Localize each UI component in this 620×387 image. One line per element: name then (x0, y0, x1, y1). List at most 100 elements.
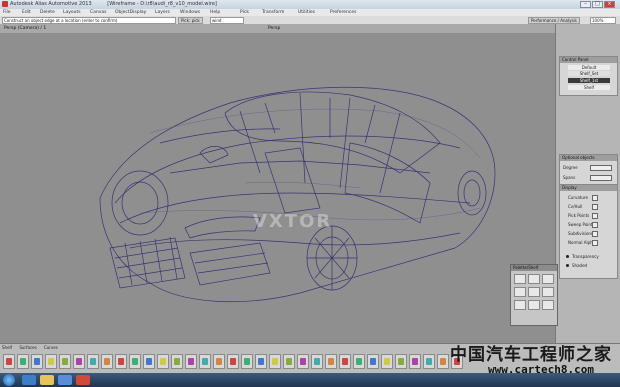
floating-palette[interactable]: Palette/Shelf (510, 264, 558, 326)
shelf-tool-13[interactable] (171, 354, 183, 369)
shelf-tool-2[interactable] (17, 354, 29, 369)
pick-points-checkbox[interactable] (592, 213, 598, 219)
shelf-tab-surfaces[interactable]: Surfaces (19, 345, 36, 350)
normal-alpha-checkbox[interactable] (592, 240, 598, 246)
menu-transform[interactable]: Transform (262, 10, 284, 15)
menu-windows[interactable]: Windows (180, 10, 200, 15)
palette-tool-7[interactable] (514, 300, 526, 310)
start-button[interactable] (3, 374, 15, 386)
viewport-camera-label[interactable]: Persp (Camera) / 1 (4, 26, 46, 31)
transparency-radio[interactable] (566, 255, 569, 258)
shelf-tool-3[interactable] (31, 354, 43, 369)
pick-mode-button[interactable]: Pick: pick (178, 17, 203, 24)
shelf-tool-32[interactable] (437, 354, 449, 369)
car-wireframe (99, 86, 496, 303)
minimize-button[interactable]: – (580, 1, 591, 8)
palette-tool-8[interactable] (528, 300, 540, 310)
shelf-tool-icon (34, 358, 40, 365)
curvature-checkbox[interactable] (592, 195, 598, 201)
close-button[interactable]: × (604, 1, 615, 8)
control-panel-block: Control Panel Default Shelf_Set Shelf_1s… (559, 56, 618, 96)
prompt-line-field[interactable]: Construct an object edge at a location (… (2, 17, 176, 24)
pick-mode-value[interactable]: wind (210, 17, 244, 24)
shelf-tool-27[interactable] (367, 354, 379, 369)
shelf-tool-9[interactable] (115, 354, 127, 369)
zoom-field[interactable]: 100% (590, 17, 616, 24)
shelf-tool-30[interactable] (409, 354, 421, 369)
shelf-tool-25[interactable] (339, 354, 351, 369)
cv-hull-checkbox[interactable] (592, 204, 598, 210)
shelf-tool-31[interactable] (423, 354, 435, 369)
shelf-tool-14[interactable] (185, 354, 197, 369)
alias-app-icon (2, 1, 8, 7)
alias-taskbar-icon[interactable] (76, 375, 90, 385)
document-title: [Wireframe - D:\r8\audi_r8_v10_model.wir… (107, 1, 217, 7)
shelf-tool-23[interactable] (311, 354, 323, 369)
shelf-tool-20[interactable] (269, 354, 281, 369)
shelf-tool-11[interactable] (143, 354, 155, 369)
shelf-tool-24[interactable] (325, 354, 337, 369)
menu-preferences[interactable]: Preferences (330, 10, 356, 15)
shelf-tool-icon (20, 358, 26, 365)
shelf-tool-icon (328, 358, 334, 365)
shelf-tool-5[interactable] (59, 354, 71, 369)
shelf-tool-12[interactable] (157, 354, 169, 369)
shelf-tool-icon (76, 358, 82, 365)
menu-edit[interactable]: Edit (22, 10, 31, 15)
shelf-tab-shelf[interactable]: Shelf (2, 345, 12, 350)
shelf-tool-19[interactable] (255, 354, 267, 369)
shelf-tool-22[interactable] (297, 354, 309, 369)
display-option-subdivisions: Subdivisions (568, 231, 594, 236)
shelf-tool-10[interactable] (129, 354, 141, 369)
degree-field[interactable] (590, 165, 612, 171)
shelf-tool-21[interactable] (283, 354, 295, 369)
control-row-shelf-set[interactable]: Shelf_Set (568, 71, 610, 76)
palette-tool-3[interactable] (542, 274, 554, 284)
shelf-tool-18[interactable] (241, 354, 253, 369)
performance-button[interactable]: Performance / Analysis (528, 17, 580, 24)
menu-objectdisplay[interactable]: ObjectDisplay (115, 10, 146, 15)
maximize-button[interactable]: □ (592, 1, 603, 8)
palette-tool-1[interactable] (514, 274, 526, 284)
shelf-tool-16[interactable] (213, 354, 225, 369)
control-row-default[interactable]: Default (568, 65, 610, 70)
shelf-tool-15[interactable] (199, 354, 211, 369)
shelf-tool-1[interactable] (3, 354, 15, 369)
shelf-tool-icon (440, 358, 446, 365)
palette-tool-5[interactable] (528, 287, 540, 297)
subdivisions-checkbox[interactable] (592, 231, 598, 237)
menu-delete[interactable]: Delete (40, 10, 55, 15)
shelf-tool-4[interactable] (45, 354, 57, 369)
palette-tool-6[interactable] (542, 287, 554, 297)
control-row-shelf-1st[interactable]: Shelf_1st (568, 78, 610, 83)
shelf-tool-26[interactable] (353, 354, 365, 369)
optional-objects-title: Optional objects (560, 155, 617, 161)
shelf-tab-curves[interactable]: Curves (44, 345, 58, 350)
url-watermark: www.cartech8.com (488, 363, 594, 376)
menu-layouts[interactable]: Layouts (63, 10, 81, 15)
spans-field[interactable] (590, 175, 612, 181)
control-panel-title: Control Panel (560, 57, 617, 63)
palette-tool-2[interactable] (528, 274, 540, 284)
menu-file[interactable]: File (3, 10, 11, 15)
shelf-tool-28[interactable] (381, 354, 393, 369)
shelf-tool-7[interactable] (87, 354, 99, 369)
menu-utilities[interactable]: Utilities (298, 10, 315, 15)
control-row-shelf[interactable]: Shelf (568, 85, 610, 90)
perspective-viewport[interactable]: VXTOR (0, 33, 555, 343)
shaded-radio[interactable] (566, 264, 569, 267)
menu-help[interactable]: Help (210, 10, 220, 15)
shelf-tool-29[interactable] (395, 354, 407, 369)
shelf-tool-6[interactable] (73, 354, 85, 369)
shelf-tool-8[interactable] (101, 354, 113, 369)
menu-layers[interactable]: Layers (155, 10, 170, 15)
palette-tool-9[interactable] (542, 300, 554, 310)
menu-pick[interactable]: Pick (240, 10, 249, 15)
explorer-taskbar-icon[interactable] (40, 375, 54, 385)
media-taskbar-icon[interactable] (58, 375, 72, 385)
ie-taskbar-icon[interactable] (22, 375, 36, 385)
shelf-tool-17[interactable] (227, 354, 239, 369)
palette-tool-4[interactable] (514, 287, 526, 297)
sweep-points-checkbox[interactable] (592, 222, 598, 228)
menu-canvas[interactable]: Canvas (90, 10, 107, 15)
